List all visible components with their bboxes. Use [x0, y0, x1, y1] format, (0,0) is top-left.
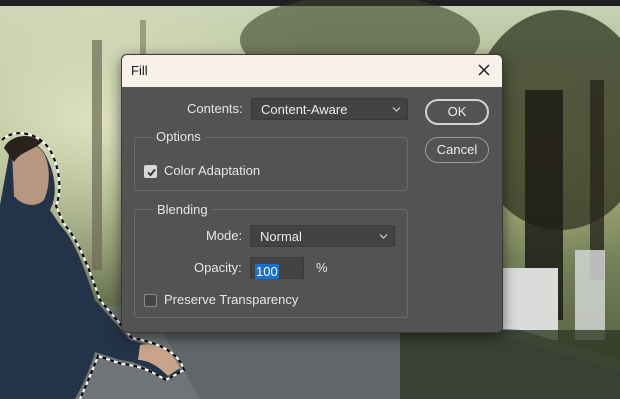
- chevron-down-icon: [379, 234, 388, 239]
- blend-mode-dropdown[interactable]: Normal: [250, 225, 395, 247]
- opacity-label: Opacity:: [194, 260, 242, 275]
- blending-group-title: Blending: [153, 202, 212, 217]
- fill-dialog: Fill Contents: Content-Aware OK Cancel O…: [121, 54, 503, 333]
- checkmark-icon: [147, 168, 156, 177]
- contents-label: Contents:: [187, 101, 243, 116]
- opacity-input[interactable]: 100: [250, 257, 304, 279]
- chevron-down-icon: [392, 107, 401, 112]
- close-icon[interactable]: [476, 62, 492, 78]
- ok-button[interactable]: OK: [425, 99, 489, 125]
- mode-label: Mode:: [206, 228, 243, 243]
- dialog-titlebar[interactable]: Fill: [122, 55, 502, 87]
- contents-dropdown-value: Content-Aware: [261, 102, 348, 117]
- contents-dropdown[interactable]: Content-Aware: [251, 98, 408, 120]
- dialog-title: Fill: [131, 63, 148, 78]
- blend-mode-value: Normal: [260, 229, 302, 244]
- preserve-transparency-label[interactable]: Preserve Transparency: [164, 292, 298, 307]
- opacity-unit: %: [316, 260, 328, 275]
- preserve-transparency-checkbox[interactable]: [144, 294, 157, 307]
- color-adaptation-label[interactable]: Color Adaptation: [164, 163, 260, 178]
- options-group-title: Options: [152, 129, 205, 144]
- cancel-button[interactable]: Cancel: [425, 137, 489, 163]
- opacity-value: 100: [255, 264, 279, 279]
- color-adaptation-checkbox[interactable]: [144, 165, 157, 178]
